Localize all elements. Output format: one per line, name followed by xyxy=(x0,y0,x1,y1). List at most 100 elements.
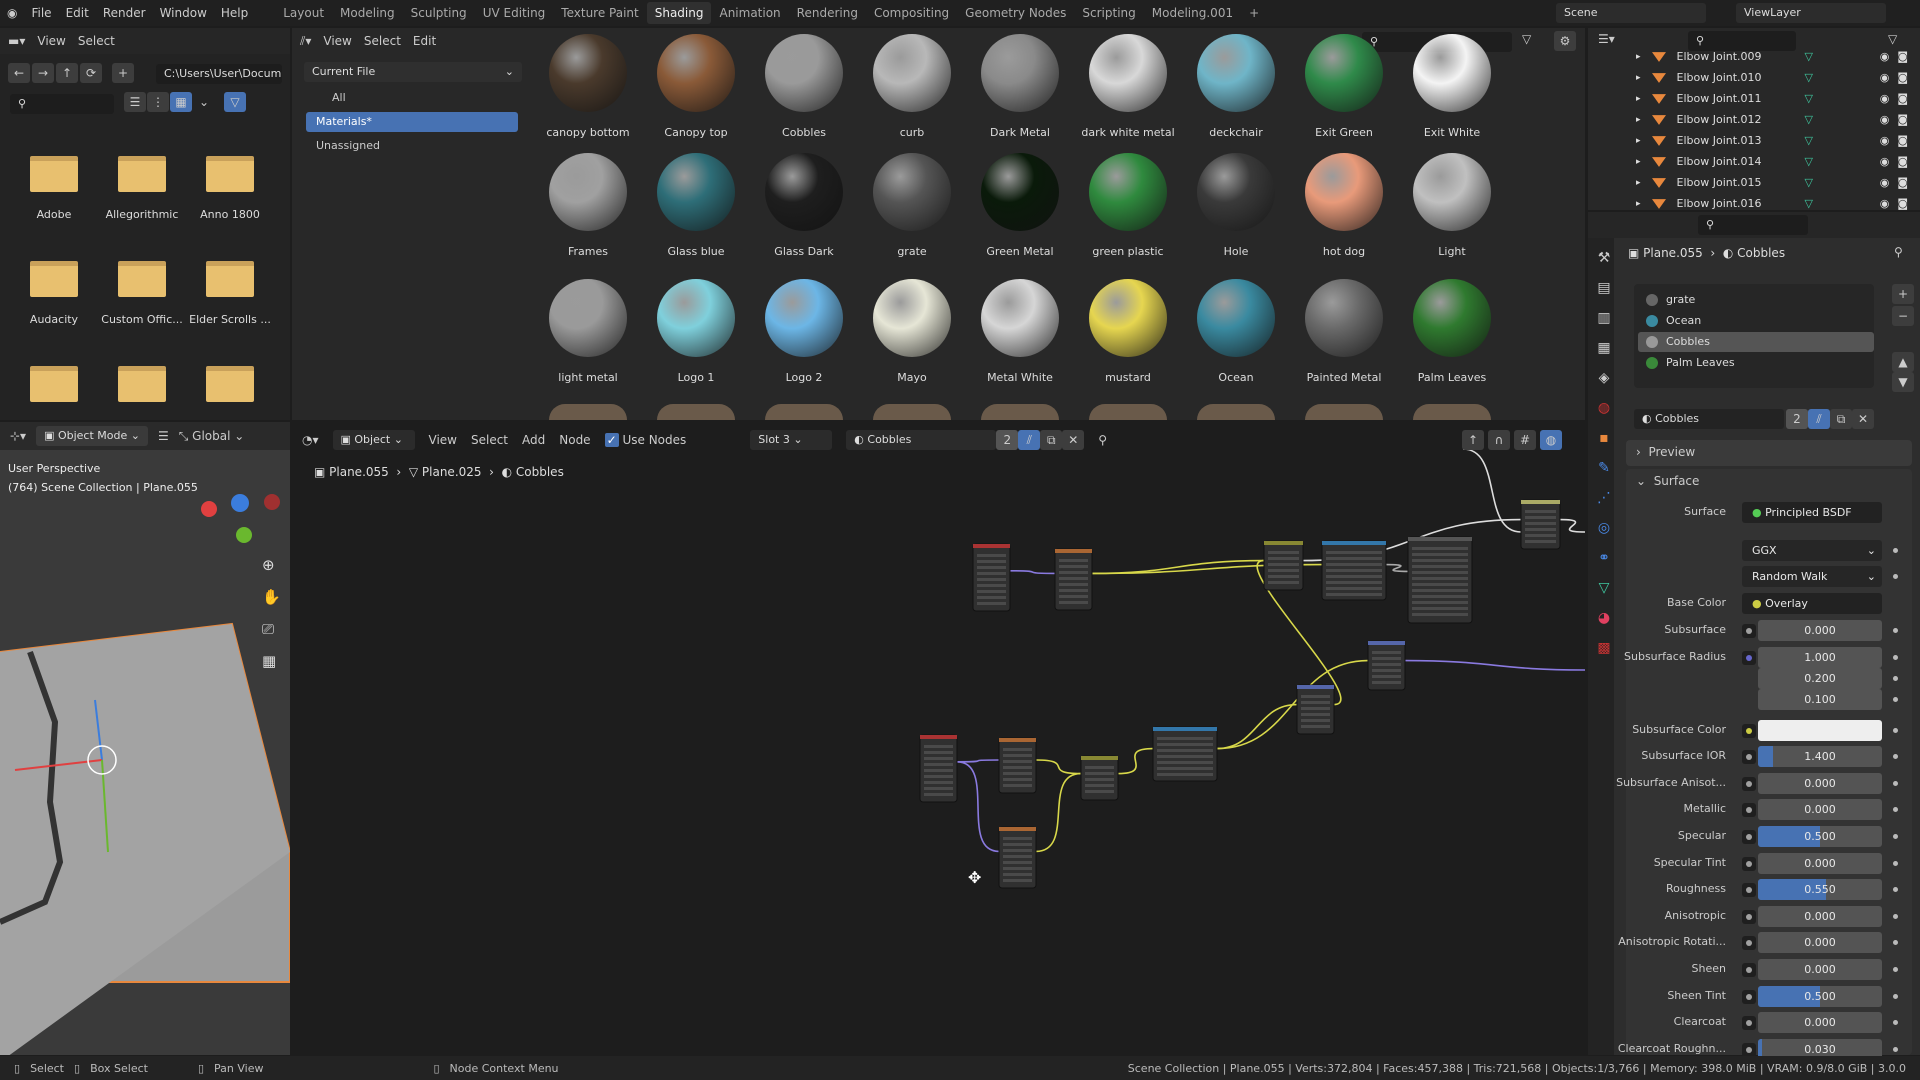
outliner-item[interactable]: ▸ Elbow Joint.009 ▽ ◉ ◙ xyxy=(1636,46,1916,67)
socket-button[interactable] xyxy=(1742,723,1756,738)
category-unassigned[interactable]: Unassigned xyxy=(306,136,518,156)
shader-node[interactable] xyxy=(1520,499,1561,550)
expand-arrow-icon[interactable]: ▸ xyxy=(1636,94,1641,104)
distribution-dropdown[interactable]: GGX ⌄ xyxy=(1742,540,1882,561)
visibility-eye-icon[interactable]: ◉ xyxy=(1880,92,1890,105)
material-asset[interactable]: Cobbles xyxy=(750,34,858,139)
mode-selector[interactable]: ▣ Object Mode ⌄ xyxy=(36,426,148,446)
socket-button[interactable] xyxy=(1742,624,1756,638)
value-field[interactable]: 0.000 xyxy=(1758,1012,1882,1034)
material-asset[interactable]: canopy bottom xyxy=(534,34,642,139)
menu-view[interactable]: View xyxy=(323,34,351,48)
folder-item[interactable]: Elder Scrolls ... xyxy=(186,261,274,326)
material-selector[interactable]: ◐ Cobbles xyxy=(846,430,997,450)
material-preview-sphere[interactable] xyxy=(1305,404,1383,420)
move-up-icon[interactable]: ▲ xyxy=(1892,352,1914,372)
display-mode-icon[interactable]: ☰▾ xyxy=(1598,32,1615,46)
keyframe-dot[interactable] xyxy=(1893,675,1898,681)
socket-button[interactable] xyxy=(1742,750,1756,765)
node-link[interactable] xyxy=(1216,703,1298,750)
shader-node[interactable] xyxy=(998,826,1037,889)
menu-edit[interactable]: Edit xyxy=(413,34,436,48)
socket-button[interactable] xyxy=(1742,989,1756,1004)
category-all[interactable]: All xyxy=(306,88,518,108)
duplicate-icon[interactable]: ⧉ xyxy=(1040,430,1063,450)
gizmo-neg-x-axis[interactable] xyxy=(264,494,280,510)
user-count[interactable]: 2 xyxy=(1786,409,1808,429)
keyframe-dot[interactable] xyxy=(1893,940,1898,946)
shader-node[interactable] xyxy=(972,543,1011,612)
library-selector[interactable]: Current File ⌄ xyxy=(304,62,522,82)
render-camera-icon[interactable]: ◙ xyxy=(1897,50,1908,63)
folder-item[interactable]: Custom Offic... xyxy=(98,261,186,326)
object-data-tab-icon[interactable]: ▽ xyxy=(1594,580,1614,600)
visibility-eye-icon[interactable]: ◉ xyxy=(1880,134,1890,147)
render-camera-icon[interactable]: ◙ xyxy=(1897,176,1908,189)
tab-rendering[interactable]: Rendering xyxy=(789,2,866,24)
value-field[interactable]: 0.550 xyxy=(1758,879,1882,901)
folder-item[interactable] xyxy=(10,366,98,418)
outliner-item[interactable]: ▸ Elbow Joint.012 ▽ ◉ ◙ xyxy=(1636,109,1916,130)
tab-texture-paint[interactable]: Texture Paint xyxy=(553,2,646,24)
material-asset[interactable]: green plastic xyxy=(1074,153,1182,258)
menu-select[interactable]: Select xyxy=(78,34,115,48)
value-field[interactable]: 0.000 xyxy=(1758,959,1882,980)
folder-item[interactable]: Anno 1800 xyxy=(186,156,274,221)
category-materials[interactable]: Materials* xyxy=(306,112,518,132)
unlink-icon[interactable]: ✕ xyxy=(1852,409,1874,429)
editor-type-icon[interactable]: ◔▾ xyxy=(302,433,319,447)
keyframe-dot[interactable] xyxy=(1893,696,1898,702)
socket-button[interactable] xyxy=(1742,776,1756,791)
value-field[interactable]: 0.000 xyxy=(1758,772,1882,794)
shader-node[interactable] xyxy=(1054,548,1093,611)
material-slot[interactable]: grate xyxy=(1638,290,1874,310)
tool-tab-icon[interactable]: ⚒ xyxy=(1594,250,1614,270)
expand-arrow-icon[interactable]: ▸ xyxy=(1636,199,1641,209)
subsurface-method-dropdown[interactable]: Random Walk ⌄ xyxy=(1742,566,1882,587)
particles-tab-icon[interactable]: ⋰ xyxy=(1594,490,1614,510)
outliner-item[interactable]: ▸ Elbow Joint.010 ▽ ◉ ◙ xyxy=(1636,67,1916,88)
snap-grid-icon[interactable]: # xyxy=(1514,430,1536,450)
keyframe-dot[interactable] xyxy=(1893,1020,1898,1026)
socket-button[interactable] xyxy=(1742,650,1756,665)
keyframe-dot[interactable] xyxy=(1893,574,1898,579)
menu-icon[interactable]: ☰ xyxy=(158,429,169,443)
outliner-item[interactable]: ▸ Elbow Joint.015 ▽ ◉ ◙ xyxy=(1636,172,1916,193)
back-icon[interactable]: ← xyxy=(8,63,30,83)
overlay-icon[interactable]: ◍ xyxy=(1540,430,1562,450)
new-folder-icon[interactable]: + xyxy=(112,63,134,83)
value-field[interactable]: 1.000 xyxy=(1758,646,1882,668)
folder-item[interactable]: Audacity xyxy=(10,261,98,326)
gizmo-z-axis[interactable] xyxy=(231,494,249,512)
shader-node[interactable] xyxy=(1367,640,1406,691)
render-camera-icon[interactable]: ◙ xyxy=(1897,197,1908,210)
texture-tab-icon[interactable]: ▩ xyxy=(1594,640,1614,660)
render-tab-icon[interactable]: ▤ xyxy=(1594,280,1614,300)
tab-shading[interactable]: Shading xyxy=(646,2,712,24)
base-color-input[interactable]: ● Overlay xyxy=(1742,593,1882,614)
node-header[interactable] xyxy=(1322,541,1386,545)
socket-button[interactable] xyxy=(1742,1042,1756,1057)
keyframe-dot[interactable] xyxy=(1893,1046,1898,1052)
editor-type-icon[interactable]: ⫽▾ xyxy=(300,34,311,49)
3d-viewport[interactable]: ⊹▾ ▣ Object Mode ⌄ ☰ ⤡ Global ⌄ User Per… xyxy=(0,422,290,1055)
node-link[interactable] xyxy=(1035,772,1082,853)
keyframe-dot[interactable] xyxy=(1893,887,1898,893)
material-preview-sphere[interactable] xyxy=(765,404,843,420)
node-link[interactable] xyxy=(1404,659,1585,671)
material-asset[interactable]: Logo 1 xyxy=(642,279,750,384)
material-asset[interactable]: Light xyxy=(1398,153,1506,258)
node-header[interactable] xyxy=(1055,549,1092,553)
constraint-tab-icon[interactable]: ⚭ xyxy=(1594,550,1614,570)
node-header[interactable] xyxy=(973,544,1010,548)
material-asset[interactable]: hot dog xyxy=(1290,153,1398,258)
editor-type-icon[interactable]: ⊹▾ xyxy=(10,429,26,443)
view-layer-tab-icon[interactable]: ▦ xyxy=(1594,340,1614,360)
material-asset[interactable]: Ocean xyxy=(1182,279,1290,384)
expand-arrow-icon[interactable]: ▸ xyxy=(1636,178,1641,188)
render-camera-icon[interactable]: ◙ xyxy=(1897,71,1908,84)
outliner-item[interactable]: ▸ Elbow Joint.011 ▽ ◉ ◙ xyxy=(1636,88,1916,109)
tab-modeling[interactable]: Modeling xyxy=(332,2,403,24)
material-preview-sphere[interactable] xyxy=(1089,404,1167,420)
render-camera-icon[interactable]: ◙ xyxy=(1897,92,1908,105)
